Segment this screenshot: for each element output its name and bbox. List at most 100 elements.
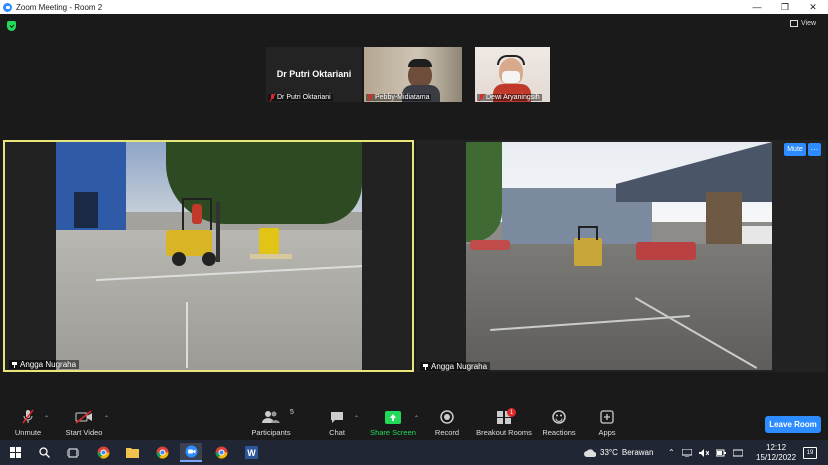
apps-icon — [600, 409, 614, 425]
ground-line — [186, 302, 188, 368]
record-label: Record — [434, 428, 460, 437]
record-button[interactable]: Record — [432, 406, 462, 440]
share-screen-label: Share Screen — [370, 428, 416, 437]
chrome-icon[interactable] — [92, 443, 114, 462]
chat-options-chevron-icon[interactable]: ⌃ — [354, 415, 359, 422]
thumbnail-dewi[interactable]: Dewi Aryaningsih — [475, 47, 550, 102]
task-view-icon[interactable] — [62, 443, 84, 462]
yellow-barrel — [259, 228, 279, 256]
share-screen-icon — [385, 409, 401, 425]
record-icon — [440, 409, 454, 425]
breakout-rooms-button[interactable]: 1 Breakout Rooms — [476, 406, 532, 440]
mute-participant-button[interactable]: Mute — [784, 143, 806, 156]
mic-muted-icon — [21, 409, 35, 425]
video-off-icon — [75, 409, 93, 425]
participant-display-name: Dr Putri Oktariani — [276, 69, 352, 79]
forklift-cage — [578, 226, 598, 240]
participant-label-text: Angga Nugraha — [20, 360, 77, 369]
video-tile-second[interactable]: Angga Nugraha — [416, 140, 826, 372]
reactions-label: Reactions — [542, 428, 576, 437]
thumbnail-putri[interactable]: Dr Putri Oktariani Dr Putri Oktariani — [266, 47, 362, 102]
weather-widget[interactable]: 33°C Berawan — [584, 440, 653, 465]
restore-button[interactable]: ❐ — [770, 0, 800, 14]
mic-muted-icon — [270, 94, 275, 101]
search-icon[interactable] — [33, 443, 55, 462]
word-icon[interactable]: W — [240, 443, 262, 462]
more-options-button[interactable]: ··· — [808, 143, 821, 156]
chrome-icon-3[interactable] — [210, 443, 232, 462]
file-explorer-icon[interactable] — [121, 443, 143, 462]
participant-label-text: Dr Putri Oktariani — [277, 94, 331, 101]
participants-label: Participants — [251, 428, 291, 437]
participants-button[interactable]: 5 Participants — [250, 406, 294, 440]
zoom-taskbar-icon[interactable] — [180, 443, 202, 462]
breakout-rooms-label: Breakout Rooms — [476, 428, 532, 437]
apps-button[interactable]: Apps — [596, 406, 618, 440]
notification-center[interactable]: 19 — [803, 440, 817, 465]
chrome-icon-2[interactable] — [151, 443, 173, 462]
headset-icon — [408, 59, 432, 67]
notification-icon: 19 — [803, 446, 817, 459]
participant-label-text: Dewi Aryaningsih — [486, 94, 540, 101]
forklift-wheel — [172, 252, 186, 266]
chat-button[interactable]: Chat — [324, 406, 350, 440]
meeting-area: View Dr Putri Oktariani Dr Putri Oktaria… — [0, 14, 828, 406]
title-bar: Zoom Meeting - Room 2 — ❐ ✕ — [0, 0, 828, 14]
red-sacks — [470, 240, 510, 250]
audio-options-chevron-icon[interactable]: ⌃ — [44, 415, 49, 422]
windows-taskbar: W 33°C Berawan ⌃ 12:12 15/12/2022 19 — [0, 440, 828, 465]
participant-label: Dewi Aryaningsih — [477, 94, 542, 101]
participants-count: 5 — [290, 409, 294, 416]
share-screen-button[interactable]: Share Screen — [370, 406, 416, 440]
security-shield-icon[interactable] — [7, 21, 16, 31]
clock[interactable]: 12:12 15/12/2022 — [756, 440, 796, 465]
video-options-chevron-icon[interactable]: ⌃ — [104, 415, 109, 422]
participant-label-text: Angga Nugraha — [431, 362, 488, 371]
battery-icon[interactable] — [715, 449, 726, 457]
start-video-button[interactable]: Start Video — [62, 406, 106, 440]
apps-label: Apps — [598, 428, 616, 437]
zoom-app-icon — [3, 2, 12, 12]
system-tray-icons: ⌃ — [668, 440, 743, 465]
share-options-chevron-icon[interactable]: ⌃ — [414, 415, 419, 422]
view-label: View — [801, 20, 817, 27]
show-hidden-icons-chevron-icon[interactable]: ⌃ — [668, 448, 675, 457]
minimize-button[interactable]: — — [742, 0, 772, 14]
speaker-icon[interactable] — [698, 448, 709, 457]
leave-room-button[interactable]: Leave Room — [765, 416, 821, 433]
headset-icon — [497, 55, 525, 65]
unmute-button[interactable]: Unmute — [10, 406, 46, 440]
pallet — [250, 254, 292, 259]
keyboard-icon[interactable] — [732, 449, 743, 457]
network-icon[interactable] — [681, 448, 692, 457]
grid-icon — [790, 20, 798, 27]
participant-label: Angga Nugraha — [9, 360, 80, 369]
view-button[interactable]: View — [790, 20, 816, 27]
thumbnail-pebby[interactable]: Pebby-Midiatama — [364, 47, 462, 102]
unmute-label: Unmute — [14, 428, 42, 437]
cloud-icon — [584, 449, 596, 457]
participant-label: Pebby-Midiatama — [366, 94, 432, 101]
close-button[interactable]: ✕ — [798, 0, 828, 14]
participants-icon: 5 — [262, 409, 294, 425]
temperature: 33°C — [600, 448, 618, 457]
breakout-rooms-badge: 1 — [507, 408, 516, 417]
participant-label-text: Pebby-Midiatama — [375, 94, 430, 101]
building-door — [74, 192, 98, 228]
mic-muted-icon — [368, 94, 373, 101]
meeting-toolbar: Unmute ⌃ Start Video ⌃ 5 Participants Ch… — [0, 406, 828, 440]
red-sacks — [636, 242, 696, 260]
forklift-wheel — [202, 252, 216, 266]
trees — [466, 142, 502, 242]
forklift-mast — [216, 202, 220, 262]
participant-label: Dr Putri Oktariani — [268, 94, 333, 101]
start-video-label: Start Video — [65, 428, 103, 437]
reactions-button[interactable]: Reactions — [542, 406, 576, 440]
window-title: Zoom Meeting - Room 2 — [16, 2, 103, 12]
video-feed-warehouse-yard — [466, 142, 772, 370]
video-tile-active-speaker[interactable]: Angga Nugraha — [3, 140, 414, 372]
svg-text:W: W — [247, 448, 256, 458]
chat-label: Chat — [329, 428, 345, 437]
weather-description: Berawan — [621, 448, 654, 457]
windows-start-icon[interactable] — [4, 443, 26, 462]
